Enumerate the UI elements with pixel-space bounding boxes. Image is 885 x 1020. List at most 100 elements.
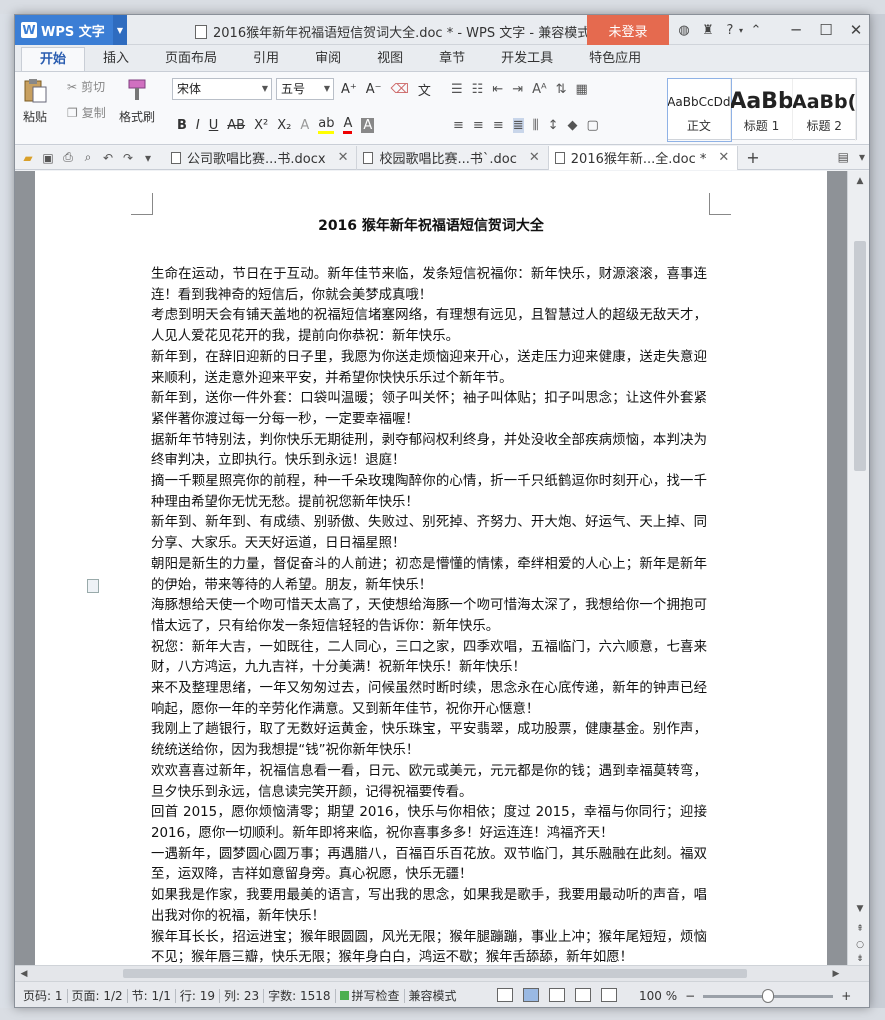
app-menu-button[interactable]: W WPS 文字 ▼ — [15, 15, 127, 45]
tab-page-layout[interactable]: 页面布局 — [147, 47, 235, 71]
bullet-list-icon[interactable]: ☰ — [451, 82, 463, 97]
superscript-icon[interactable]: X² — [254, 118, 268, 133]
status-word-count[interactable]: 字数: 1518 — [268, 987, 330, 1004]
border-icon[interactable]: ▢ — [587, 118, 599, 133]
document-body[interactable]: 生命在运动，节日在于互动。新年佳节来临，发条短信祝福你：新年快乐，财源滚滚，喜事… — [151, 265, 707, 965]
document-paragraph[interactable]: 新年到、新年到、有成绩、别骄傲、失败过、别死掉、齐努力、开大炮、好运气、天上掉、… — [151, 513, 707, 554]
close-tab-icon[interactable]: ✕ — [529, 150, 540, 165]
tab-features[interactable]: 特色应用 — [571, 47, 659, 71]
customize-icon[interactable]: ▾ — [141, 151, 155, 165]
doc-tab[interactable]: 校园歌唱比赛...书`.doc ✕ — [357, 145, 549, 170]
justify-icon[interactable]: ≣ — [512, 118, 524, 133]
zoom-out-icon[interactable]: − — [685, 989, 695, 1003]
subscript-icon[interactable]: X₂ — [277, 118, 291, 133]
document-page[interactable]: 2016 猴年新年祝福语短信贺词大全 生命在运动，节日在于互动。新年佳节来临，发… — [35, 171, 827, 965]
cut-button[interactable]: ✂ 剪切 — [67, 78, 105, 95]
paragraph-menu-icon[interactable] — [87, 579, 99, 593]
chevron-down-icon[interactable]: ▼ — [113, 15, 127, 45]
print-preview-icon[interactable]: ⌕ — [81, 150, 95, 165]
style-heading-2[interactable]: AaBb( 标题 2 — [793, 79, 857, 141]
zoom-value[interactable]: 100 % — [639, 989, 677, 1003]
undo-icon[interactable]: ↶ — [101, 151, 115, 165]
login-button[interactable]: 未登录 — [587, 15, 669, 45]
document-paragraph[interactable]: 猴年耳长长，招运进宝；猴年眼圆圆，风光无限；猴年腿蹦蹦，事业上冲；猴年尾短短，烦… — [151, 928, 707, 966]
font-name-select[interactable]: 宋体 ▼ — [172, 78, 272, 100]
document-paragraph[interactable]: 我刚上了趟银行，取了无数好运黄金，快乐珠宝，平安翡翠，成功股票，健康基金。别作声… — [151, 720, 707, 761]
copy-button[interactable]: ❐ 复制 — [67, 104, 106, 121]
scroll-left-icon[interactable]: ◀ — [17, 966, 31, 982]
scroll-thumb[interactable] — [123, 969, 747, 978]
strikethrough-icon[interactable]: AB — [227, 118, 245, 133]
doc-tab[interactable]: 公司歌唱比赛...书.docx ✕ — [165, 145, 358, 170]
clear-format-icon[interactable]: ⌫ — [391, 82, 409, 97]
decrease-indent-icon[interactable]: ⇤ — [492, 82, 503, 97]
document-paragraph[interactable]: 新年到，在辞旧迎新的日子里，我愿为你送走烦恼迎来开心，送走压力迎来健康，送走失意… — [151, 348, 707, 389]
page-view-icon[interactable] — [523, 988, 539, 1002]
shrink-font-icon[interactable]: A⁻ — [366, 82, 382, 97]
save-icon[interactable]: ▣ — [41, 151, 55, 165]
doc-tab-active[interactable]: 2016猴年新...全.doc * ✕ — [548, 145, 739, 170]
distribute-icon[interactable]: ⫼ — [533, 118, 539, 133]
close-tab-icon[interactable]: ✕ — [718, 150, 729, 165]
scroll-up-icon[interactable]: ▲ — [848, 173, 869, 189]
shirt-icon[interactable]: ♜ — [697, 19, 719, 41]
horizontal-scrollbar[interactable]: ◀ ▶ — [15, 965, 869, 982]
close-icon[interactable]: ✕ — [841, 15, 869, 45]
minimize-icon[interactable]: ─ — [781, 15, 811, 45]
sort-icon[interactable]: ⇅ — [556, 82, 567, 97]
tab-list-icon[interactable]: ▤ — [838, 150, 849, 164]
shading-icon[interactable]: ◆ — [568, 118, 578, 133]
tab-chapter[interactable]: 章节 — [421, 47, 483, 71]
document-paragraph[interactable]: 摘一千颗星照亮你的前程，种一千朵玫瑰陶醉你的心情，折一千只纸鹤逗你时刻开心，找一… — [151, 472, 707, 513]
align-right-icon[interactable]: ≡ — [493, 118, 504, 133]
pin-icon[interactable]: ▾ — [859, 150, 865, 164]
tab-review[interactable]: 审阅 — [297, 47, 359, 71]
highlight-icon[interactable]: ab — [318, 116, 335, 134]
bold-icon[interactable]: B — [177, 118, 187, 133]
document-paragraph[interactable]: 新年到，送你一件外套：口袋叫温暖；领子叫关怀；袖子叫体贴；扣子叫思念；让这件外套… — [151, 389, 707, 430]
document-paragraph[interactable]: 祝您：新年大吉，一如既往，二人同心，三口之家，四季欢唱，五福临门，六六顺意，七喜… — [151, 638, 707, 679]
zoom-slider[interactable] — [703, 988, 834, 1003]
open-icon[interactable]: ▰ — [21, 151, 35, 165]
grow-font-icon[interactable]: A⁺ — [341, 82, 357, 97]
new-tab-icon[interactable]: + — [746, 148, 759, 167]
collapse-ribbon-icon[interactable]: ⌃ — [745, 19, 767, 41]
web-view-icon[interactable] — [575, 988, 591, 1002]
change-case-icon[interactable]: Aᴬ — [532, 82, 547, 97]
outline-view-icon[interactable] — [549, 988, 565, 1002]
skin-icon[interactable]: ◍ — [673, 19, 695, 41]
close-tab-icon[interactable]: ✕ — [338, 150, 349, 165]
italic-icon[interactable]: I — [196, 118, 200, 133]
document-paragraph[interactable]: 回首 2015，愿你烦恼清零；期望 2016，快乐与你相依；度过 2015，幸福… — [151, 803, 707, 844]
tab-references[interactable]: 引用 — [235, 47, 297, 71]
document-paragraph[interactable]: 一遇新年，圆梦圆心圆万事；再遇腊八，百福百乐百花放。双节临门，其乐融融在此刻。福… — [151, 845, 707, 886]
zoom-in-icon[interactable]: + — [841, 989, 851, 1003]
redo-icon[interactable]: ↷ — [121, 151, 135, 165]
scroll-down-icon[interactable]: ▼ — [848, 901, 869, 917]
char-shading-icon[interactable]: A — [361, 117, 375, 133]
text-effect-icon[interactable]: A — [300, 118, 309, 133]
scroll-right-icon[interactable]: ▶ — [829, 966, 843, 982]
zoom-slider-knob[interactable] — [762, 988, 775, 1003]
font-color-icon[interactable]: A — [343, 116, 353, 134]
font-size-select[interactable]: 五号 ▼ — [276, 78, 334, 100]
document-paragraph[interactable]: 生命在运动，节日在于互动。新年佳节来临，发条短信祝福你：新年快乐，财源滚滚，喜事… — [151, 265, 707, 306]
document-paragraph[interactable]: 如果我是作家，我要用最美的语言，写出我的思念，如果我是歌手，我要用最动听的声音，… — [151, 886, 707, 927]
align-center-icon[interactable]: ≡ — [473, 118, 484, 133]
document-paragraph[interactable]: 欢欢喜喜过新年，祝福信息看一看，日元、欧元或美元，元元都是你的钱；遇到幸福莫转弯… — [151, 762, 707, 803]
tab-developer[interactable]: 开发工具 — [483, 47, 571, 71]
align-left-icon[interactable]: ≡ — [453, 118, 464, 133]
underline-icon[interactable]: U — [209, 118, 219, 133]
phonetic-icon[interactable]: 文 — [418, 80, 431, 99]
status-spell-check[interactable]: 拼写检查 — [352, 987, 400, 1004]
format-painter-button[interactable]: 格式刷 — [119, 76, 155, 125]
line-spacing-icon[interactable]: ↕ — [548, 118, 559, 133]
table-icon[interactable]: ▦ — [576, 82, 588, 97]
print-icon[interactable]: ⎙ — [61, 150, 75, 165]
maximize-icon[interactable]: ☐ — [811, 15, 841, 45]
document-paragraph[interactable]: 据新年节特别法，判你快乐无期徒刑，剥夺郁闷权利终身，并处没收全部疾病烦恼，本判决… — [151, 431, 707, 472]
tab-view[interactable]: 视图 — [359, 47, 421, 71]
document-paragraph[interactable]: 海豚想给天使一个吻可惜天太高了，天使想给海豚一个吻可惜海太深了，我想给你一个拥抱… — [151, 596, 707, 637]
document-paragraph[interactable]: 朝阳是新生的力量，督促奋斗的人前进；初恋是懵懂的情愫，牵绊相爱的人心上；新年是新… — [151, 555, 707, 596]
numbered-list-icon[interactable]: ☷ — [472, 82, 484, 97]
